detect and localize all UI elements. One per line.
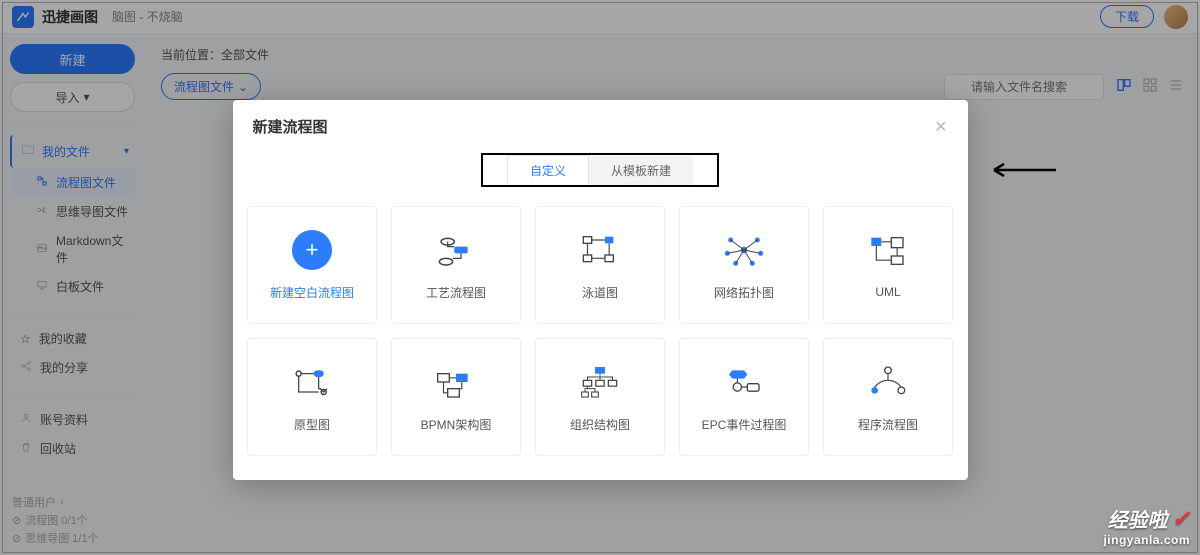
program-flow-icon — [863, 362, 913, 402]
prototype-icon — [287, 362, 337, 402]
bpmn-icon — [431, 362, 481, 402]
check-mark-icon: ✓ — [1172, 506, 1190, 532]
swimlane-icon — [575, 230, 625, 270]
card-new-blank[interactable]: + 新建空白流程图 — [247, 206, 377, 324]
watermark: 经验啦 ✓ jingyanla.com — [1103, 504, 1190, 547]
process-flow-icon — [431, 230, 481, 270]
tab-from-template[interactable]: 从模板新建 — [589, 156, 693, 185]
watermark-url: jingyanla.com — [1103, 533, 1190, 547]
card-label: EPC事件过程图 — [702, 416, 787, 433]
annotation-arrow-icon — [988, 159, 1058, 186]
card-network-topology[interactable]: 网络拓扑图 — [679, 206, 809, 324]
card-label: BPMN架构图 — [421, 416, 492, 433]
card-label: 程序流程图 — [858, 416, 918, 433]
epc-icon — [719, 362, 769, 402]
card-epc[interactable]: EPC事件过程图 — [679, 338, 809, 456]
card-label: UML — [875, 285, 900, 299]
uml-icon — [863, 231, 913, 271]
network-icon — [719, 230, 769, 270]
modal-overlay: 新建流程图 ✕ 自定义 从模板新建 + 新建空白流程图 — [0, 0, 1200, 555]
card-label: 工艺流程图 — [426, 284, 486, 301]
card-process-flow[interactable]: 工艺流程图 — [391, 206, 521, 324]
card-org-chart[interactable]: 组织结构图 — [535, 338, 665, 456]
card-label: 泳道图 — [582, 284, 618, 301]
card-uml[interactable]: UML — [823, 206, 953, 324]
modal-title: 新建流程图 — [253, 116, 328, 137]
card-program-flow[interactable]: 程序流程图 — [823, 338, 953, 456]
close-icon[interactable]: ✕ — [934, 117, 947, 137]
card-label: 新建空白流程图 — [270, 284, 354, 301]
orgchart-icon — [575, 362, 625, 402]
card-bpmn[interactable]: BPMN架构图 — [391, 338, 521, 456]
card-swimlane[interactable]: 泳道图 — [535, 206, 665, 324]
card-label: 组织结构图 — [570, 416, 630, 433]
plus-icon: + — [292, 230, 332, 270]
card-label: 网络拓扑图 — [714, 284, 774, 301]
card-label: 原型图 — [294, 416, 330, 433]
watermark-text: 经验啦 — [1108, 504, 1168, 533]
tab-custom[interactable]: 自定义 — [507, 155, 589, 186]
new-flowchart-modal: 新建流程图 ✕ 自定义 从模板新建 + 新建空白流程图 — [233, 100, 968, 480]
card-prototype[interactable]: 原型图 — [247, 338, 377, 456]
